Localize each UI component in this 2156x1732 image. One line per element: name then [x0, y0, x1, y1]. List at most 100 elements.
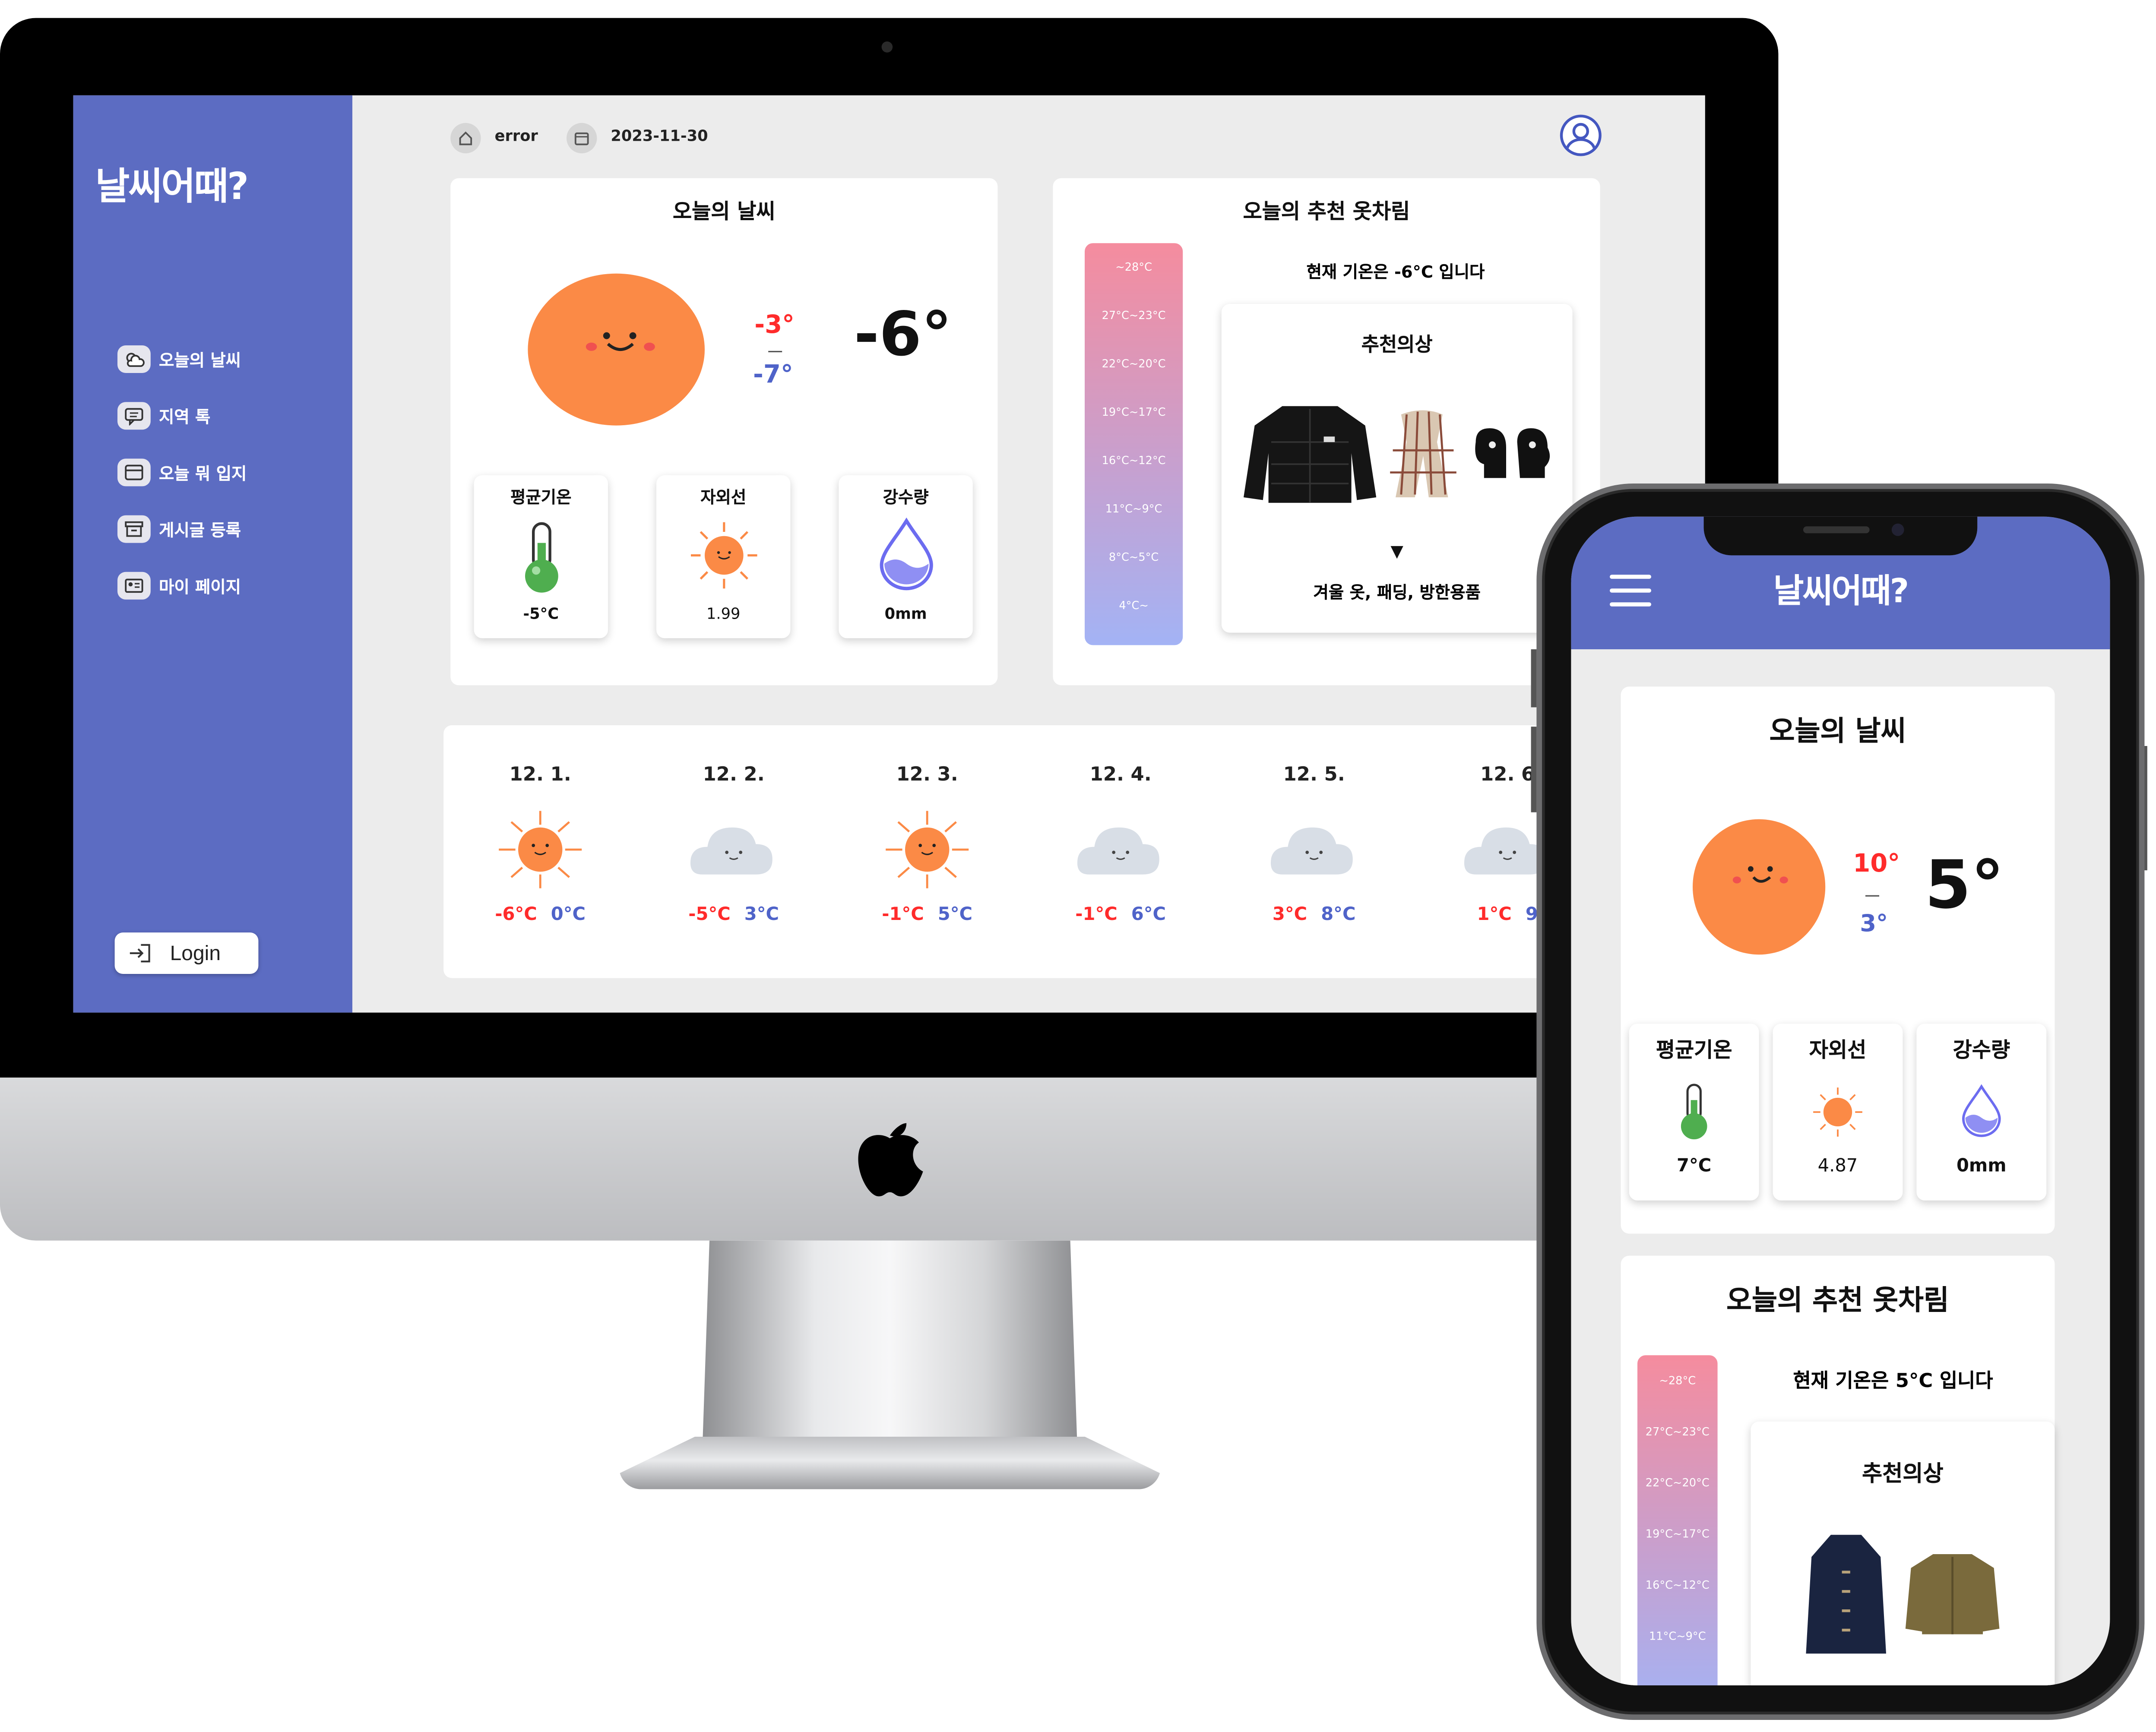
sidebar-item-label: 게시글 등록 — [159, 520, 241, 540]
sun-icon — [691, 522, 757, 589]
card-title: 오늘의 날씨 — [1769, 714, 1906, 748]
scale-tick: 16°C~12°C — [1645, 1579, 1710, 1592]
sun-icon — [879, 808, 975, 897]
temp-separator — [768, 351, 782, 352]
forecast-low-temp: 1°C — [1477, 905, 1512, 926]
precipitation-card: 강수량 0mm — [1916, 1024, 2047, 1201]
stat-value: -5°C — [523, 605, 559, 623]
scale-tick: ~28°C — [1659, 1375, 1696, 1387]
forecast-high-temp: 0°C — [551, 905, 586, 926]
forecast-low-temp: -5°C — [688, 905, 731, 926]
weather-icon — [117, 345, 151, 373]
cloud-icon — [685, 808, 782, 897]
current-temp-text: 현재 기온은 -6°C 입니다 — [1306, 262, 1485, 282]
today-high-temp: -3° — [754, 311, 795, 340]
avg-temp-card: 평균기온 7°C — [1629, 1024, 1759, 1201]
forecast-high-temp: 5°C — [937, 905, 973, 926]
water-drop-icon — [1962, 1084, 2001, 1137]
recommend-box: 추천의상 ▼ 겨울 옷, 패딩, 방한용품 — [1221, 304, 1573, 633]
forecast-high-temp: 8°C — [1321, 905, 1356, 926]
scale-tick: 16°C~12°C — [1102, 454, 1166, 467]
phone-side-button — [1531, 649, 1537, 708]
recommend-items: 겨울 옷, 패딩, 방한용품 — [1313, 583, 1481, 603]
stat-label: 평균기온 — [510, 487, 572, 507]
scale-tick: 11°C~9°C — [1649, 1630, 1706, 1643]
card-title: 오늘의 추천 옷차림 — [1726, 1283, 1949, 1317]
forecast-date: 12. 2. — [703, 764, 765, 786]
current-temp: 5° — [1925, 847, 2004, 924]
sidebar-item-label: 마이 페이지 — [159, 577, 241, 596]
down-arrow-icon: ▼ — [1390, 541, 1403, 561]
forecast-date: 12. 3. — [896, 764, 958, 786]
login-label: Login — [170, 941, 221, 965]
outfit-card: 오늘의 추천 옷차림 ~28°C 27°C~23°C 22°C~20°C 19°… — [1053, 178, 1600, 686]
forecast-high-temp: 6°C — [1131, 905, 1166, 926]
home-icon[interactable] — [450, 123, 481, 154]
user-avatar-icon[interactable] — [1560, 114, 1602, 156]
thermometer-icon — [1681, 1084, 1707, 1140]
date-text: 2023-11-30 — [611, 127, 708, 145]
today-low-temp: 3° — [1860, 910, 1888, 938]
uv-card: 자외선 4.87 — [1773, 1024, 1903, 1201]
scale-tick: 11°C~9°C — [1105, 503, 1162, 515]
scale-tick: 19°C~17°C — [1102, 406, 1166, 419]
temp-scale-bar: ~28°C 27°C~23°C 22°C~20°C 19°C~17°C 16°C… — [1085, 243, 1183, 645]
calendar-icon[interactable] — [567, 123, 597, 154]
phone-notch — [1703, 516, 1978, 556]
recommend-title: 추천의상 — [1862, 1460, 1944, 1487]
recommend-box: 추천의상 — [1751, 1421, 2055, 1685]
sidebar-item-what-to-wear[interactable]: 오늘 뭐 입지 — [117, 457, 339, 487]
imac-stand-foot — [619, 1437, 1161, 1489]
login-button[interactable]: Login — [114, 932, 259, 974]
scale-tick: 8°C~5°C — [1108, 551, 1159, 564]
sidebar-item-new-post[interactable]: 게시글 등록 — [117, 514, 339, 544]
today-high-temp: 10° — [1853, 850, 1900, 879]
forecast-low-temp: -6°C — [495, 905, 537, 926]
stat-label: 평균기온 — [1656, 1037, 1732, 1062]
sun-face-icon — [1693, 819, 1826, 955]
chat-icon — [117, 402, 151, 430]
today-low-temp: -7° — [753, 360, 793, 390]
forecast-date: 12. 5. — [1283, 764, 1345, 786]
current-temp-text: 현재 기온은 5°C 입니다 — [1793, 1370, 1993, 1393]
forecast-low-temp: 3°C — [1272, 905, 1308, 926]
phone-side-button — [1531, 727, 1537, 812]
avg-temp-card: 평균기온 -5°C — [474, 475, 608, 638]
gloves-icon — [1475, 428, 1550, 478]
sidebar-item-today-weather[interactable]: 오늘의 날씨 — [117, 344, 339, 374]
forecast-temps: -6°C 0°C — [464, 905, 616, 926]
scale-tick: 22°C~20°C — [1102, 357, 1166, 370]
forecast-temps: -1°C 6°C — [1045, 905, 1197, 926]
mobile-outfit-card: 오늘의 추천 옷차림 ~28°C 27°C~23°C 22°C~20°C 19°… — [1621, 1255, 2055, 1685]
mobile-screen: 날씨어때? 오늘의 날씨 10° 3° 5° 평균기온 7°C 자외선 4.87 — [1571, 516, 2110, 1685]
apple-logo-icon — [858, 1123, 923, 1197]
imac-stand-neck — [702, 1240, 1078, 1462]
recommend-title: 추천의상 — [1361, 334, 1433, 357]
id-card-icon — [117, 572, 151, 600]
scale-tick: 22°C~20°C — [1645, 1476, 1710, 1489]
sidebar-item-local-talk[interactable]: 지역 톡 — [117, 401, 339, 431]
scale-tick: 19°C~17°C — [1645, 1528, 1710, 1540]
stat-value: 0mm — [884, 605, 927, 623]
stat-label: 강수량 — [1953, 1037, 2010, 1062]
imac-chin — [0, 1078, 1779, 1241]
stat-value: 7°C — [1677, 1156, 1712, 1177]
mobile-logo[interactable]: 날씨어때? — [1571, 564, 2110, 612]
app-logo[interactable]: 날씨어때? — [95, 156, 249, 210]
scale-tick: 27°C~23°C — [1645, 1425, 1710, 1438]
sidebar-item-my-page[interactable]: 마이 페이지 — [117, 571, 339, 601]
sidebar-item-label: 지역 톡 — [159, 407, 211, 427]
duffle-coat-icon — [1806, 1535, 1886, 1654]
scale-tick: 4°C~ — [1119, 599, 1149, 612]
temp-separator — [1865, 895, 1879, 897]
sidebar: 날씨어때? 오늘의 날씨 지역 톡 오늘 뭐 입지 게시글 등록 마이 페이지 … — [73, 95, 353, 1013]
forecast-temps: -1°C 5°C — [851, 905, 1003, 926]
cloud-icon — [1266, 808, 1362, 897]
sun-icon — [1813, 1087, 1862, 1137]
forecast-low-temp: -1°C — [882, 905, 924, 926]
uv-card: 자외선 1.99 — [656, 475, 791, 638]
stat-value: 4.87 — [1817, 1156, 1858, 1177]
sun-icon — [492, 808, 589, 897]
card-icon — [117, 458, 151, 487]
card-title: 오늘의 추천 옷차림 — [1243, 199, 1410, 224]
